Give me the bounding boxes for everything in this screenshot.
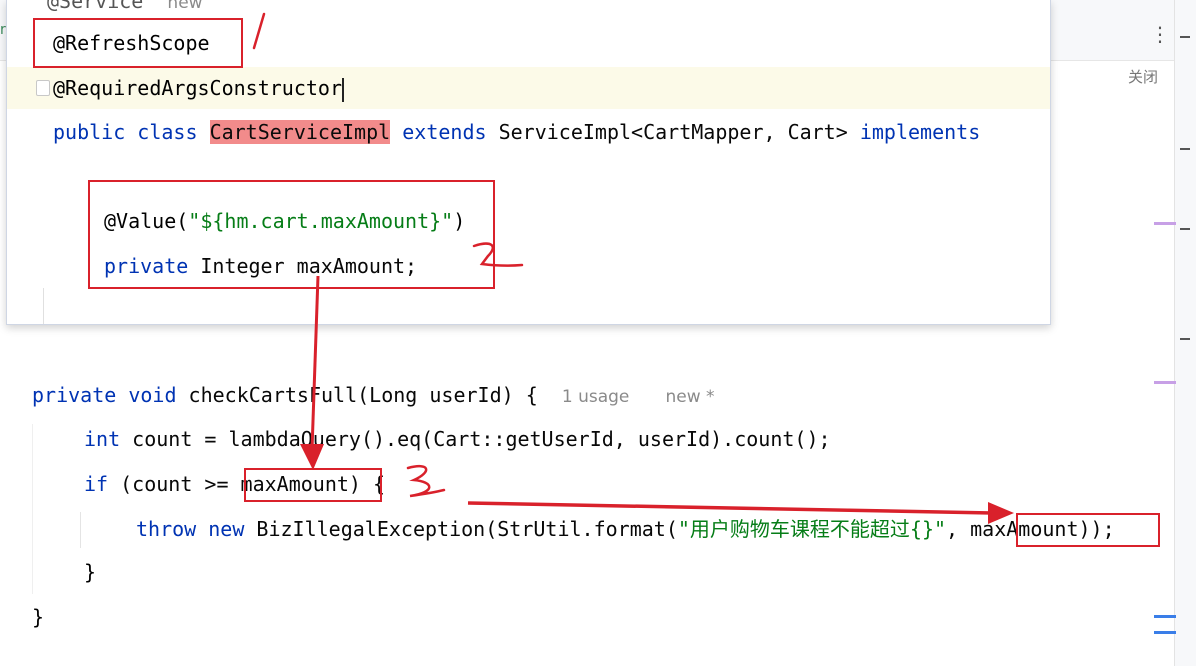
arrow-field-to-if bbox=[310, 275, 320, 451]
arrow-if-to-throw bbox=[467, 501, 993, 515]
mark-1 bbox=[252, 12, 266, 50]
arrow-head bbox=[300, 444, 324, 470]
mark-3 bbox=[406, 464, 446, 498]
arrow-head bbox=[988, 502, 1014, 524]
annotation-arrows bbox=[252, 12, 1014, 524]
mark-2 bbox=[472, 242, 524, 267]
